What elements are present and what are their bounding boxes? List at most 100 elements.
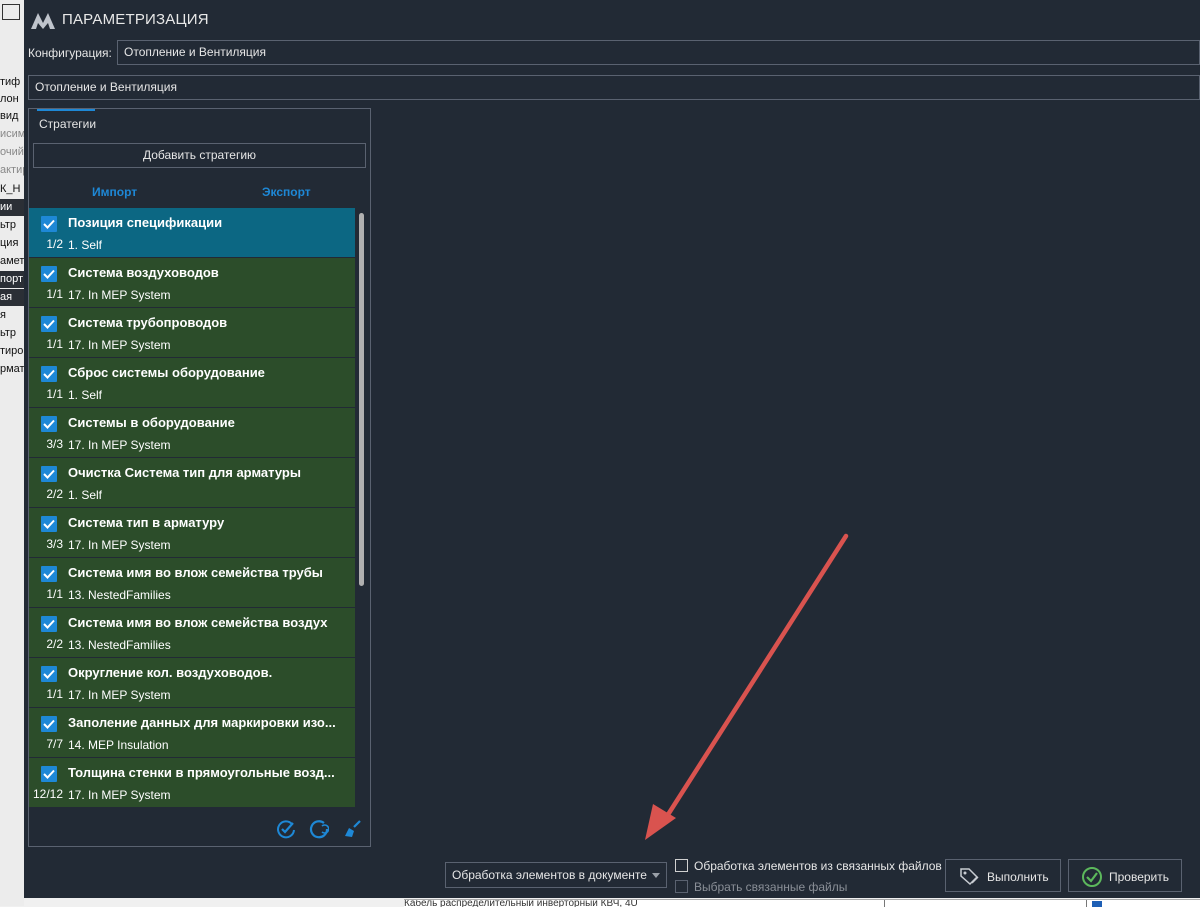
strategy-name: Системы в оборудование [68,415,235,430]
chevron-down-icon [652,873,660,878]
strategy-name: Система тип в арматуру [68,515,225,530]
background-row: К_Н [0,183,21,195]
background-row: рмат [0,363,24,375]
strategy-name: Очистка Система тип для арматуры [68,465,301,480]
import-link[interactable]: Импорт [92,185,137,199]
strategy-name: Позиция спецификации [68,215,223,230]
strategy-source: 14. MEP Insulation [68,738,169,752]
strategy-count: 1/1 [46,387,63,401]
strategy-item[interactable]: Система имя во влож семейства трубы 1/1 13… [29,558,355,607]
configuration-tab[interactable]: Отопление и Вентиляция [28,75,1200,100]
strategy-count: 12/12 [32,787,63,801]
strategy-source: 17. In MEP System [68,338,171,352]
strategy-count: 1/1 [46,587,63,601]
strategy-checkbox[interactable] [41,416,57,432]
strategy-checkbox[interactable] [41,516,57,532]
strategy-count: 2/2 [46,637,63,651]
strategy-source: 1. Self [68,488,103,502]
parametrization-dialog: ПАРАМЕТРИЗАЦИЯ Конфигурация: Отопление и… [24,0,1200,898]
strategy-checkbox[interactable] [41,766,57,782]
add-strategy-button[interactable]: Добавить стратегию [33,143,366,168]
checkmark-icon [43,569,55,579]
strategy-source: 17. In MEP System [68,288,171,302]
list-scrollbar[interactable] [359,213,364,586]
strategy-count: 3/3 [46,437,63,451]
logo-icon [31,13,55,29]
strategy-checkbox[interactable] [41,266,57,282]
checkbox-box[interactable] [675,859,688,872]
background-row: вид [0,110,19,122]
configuration-field[interactable]: Отопление и Вентиляция [117,40,1200,65]
strategy-count: 7/7 [46,737,63,751]
background-app-sidebar: тиф лон вид исим очий актир К_Н ии ьтр ция аметр по… [0,0,24,906]
select-linked-files-label: Выбрать связанные файлы [694,880,848,894]
background-row: ьтр [0,219,17,231]
background-row: ии [0,199,24,216]
checkbox-box[interactable] [675,880,688,893]
background-row: актир [0,164,24,176]
strategy-list: Позиция спецификации 1/2 1. Self Система во… [29,208,355,814]
export-link[interactable]: Экспорт [262,185,311,199]
background-row: я [0,309,6,321]
window-title: ПАРАМЕТРИЗАЦИЯ [62,11,209,28]
strategy-source: 1. Self [68,388,103,402]
strategy-count: 1/1 [46,337,63,351]
strategy-checkbox[interactable] [41,666,57,682]
tab-strategies[interactable]: Стратегии [39,117,96,131]
check-all-icon[interactable] [276,819,296,839]
strategy-item[interactable]: Система трубопроводов 1/1 17. In MEP Syste… [29,308,355,357]
strategy-checkbox[interactable] [41,216,57,232]
uncheck-all-icon[interactable] [309,819,329,839]
strategy-item[interactable]: Система имя во влож семейства воздух 2/2 1… [29,608,355,657]
strategy-source: 1. Self [68,238,103,252]
background-row: лон [0,93,19,105]
check-circle-icon [1082,867,1102,887]
strategy-source: 17. In MEP System [68,538,171,552]
checkmark-icon [43,519,55,529]
checkmark-icon [43,619,55,629]
tab-indicator [37,109,95,111]
strategy-checkbox[interactable] [41,316,57,332]
run-button[interactable]: Выполнить [945,859,1061,892]
strategy-source: 13. NestedFamilies [68,638,171,652]
strategy-name: Система имя во влож семейства воздух [68,615,328,630]
checkmark-icon [43,369,55,379]
strategies-panel: Стратегии Добавить стратегию Импорт Эксп… [28,108,371,847]
strategy-checkbox[interactable] [41,366,57,382]
configuration-label: Конфигурация: [28,46,112,60]
strategy-count: 1/2 [46,237,63,251]
strategy-checkbox[interactable] [41,716,57,732]
background-row: очий [0,146,24,158]
strategy-checkbox[interactable] [41,466,57,482]
strategy-item[interactable]: Системы в оборудование 3/3 17. In MEP Syst… [29,408,355,457]
checkmark-icon [43,469,55,479]
background-row: ция [0,237,19,249]
strategy-name: Заполение данных для маркировки изо... [68,715,336,730]
strategy-item[interactable]: Система воздуховодов 1/1 17. In MEP System [29,258,355,307]
clear-icon[interactable] [342,819,362,839]
checkmark-icon [43,769,55,779]
strategy-source: 17. In MEP System [68,688,171,702]
checkmark-icon [43,719,55,729]
strategy-source: 17. In MEP System [68,438,171,452]
strategy-item[interactable]: Система тип в арматуру 3/3 17. In MEP Syst… [29,508,355,557]
background-row: тиф [0,76,21,88]
background-row: ая [0,289,24,306]
background-row: ьтр [0,327,17,339]
strategy-item[interactable]: Позиция спецификации 1/2 1. Self [29,208,355,257]
strategy-item[interactable]: Округление кол. воздуховодов. 1/1 17. In M… [29,658,355,707]
strategy-item[interactable]: Толщина стенки в прямоугольные возд... 12… [29,758,355,807]
background-marker [1092,901,1102,907]
tag-run-icon [960,868,979,886]
strategy-checkbox[interactable] [41,616,57,632]
strategy-item[interactable]: Заполение данных для маркировки изо... 7/… [29,708,355,757]
strategy-item[interactable]: Сброс системы оборудование 1/1 1. Self [29,358,355,407]
title-bar[interactable]: ПАРАМЕТРИЗАЦИЯ [24,0,1200,38]
strategy-item[interactable]: Очистка Система тип для арматуры 2/2 1. Se… [29,458,355,507]
background-row: исим [0,128,24,140]
check-button[interactable]: Проверить [1068,859,1182,892]
strategy-name: Толщина стенки в прямоугольные возд... [68,765,335,780]
strategy-checkbox[interactable] [41,566,57,582]
processing-mode-select[interactable]: Обработка элементов в документе [445,862,667,888]
processing-mode-value: Обработка элементов в документе [452,868,647,882]
